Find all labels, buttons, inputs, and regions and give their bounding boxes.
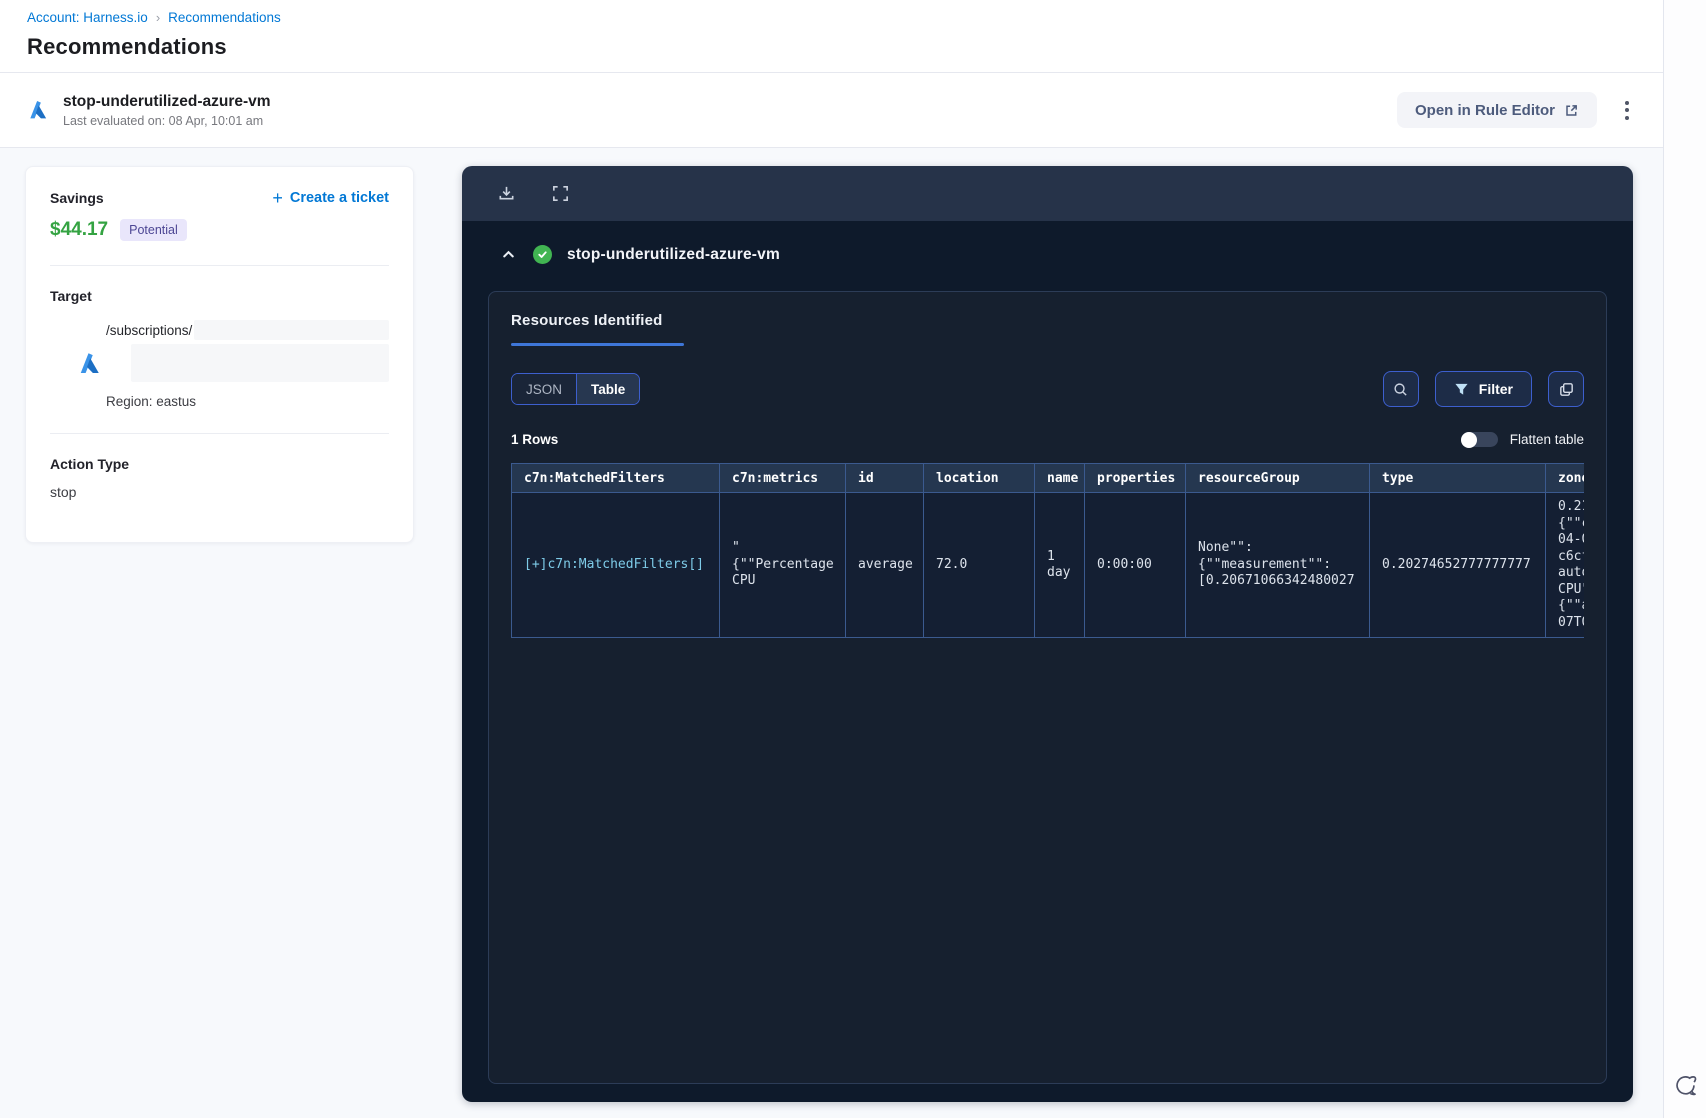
fullscreen-button[interactable] xyxy=(549,182,572,205)
open-in-rule-editor-label: Open in Rule Editor xyxy=(1414,101,1555,119)
copy-button[interactable] xyxy=(1548,371,1584,407)
results-panel: stop-underutilized-azure-vm Resources Id… xyxy=(462,166,1633,1102)
column-header-zones: zones xyxy=(1545,463,1584,493)
column-header-properties: properties xyxy=(1084,463,1186,493)
filter-label: Filter xyxy=(1478,381,1513,397)
matched-filters-expand-link[interactable]: [+]c7n:MatchedFilters[] xyxy=(524,557,704,572)
chat-bubble-icon xyxy=(1672,1073,1699,1100)
tab-label: Resources Identified xyxy=(511,312,663,329)
rule-header-band: stop-underutilized-azure-vm Last evaluat… xyxy=(0,72,1663,148)
success-check-icon xyxy=(533,245,552,264)
chevron-up-icon xyxy=(501,247,516,262)
azure-icon xyxy=(27,99,49,121)
breadcrumb-recommendations-link[interactable]: Recommendations xyxy=(168,10,281,25)
target-detail-redacted xyxy=(131,344,389,382)
savings-label: Savings xyxy=(50,190,104,206)
kebab-menu-button[interactable] xyxy=(1619,95,1635,126)
create-ticket-button[interactable]: + Create a ticket xyxy=(272,189,389,207)
page-title: Recommendations xyxy=(27,34,227,59)
download-icon xyxy=(497,184,516,203)
table-clip-viewport[interactable]: c7n:MatchedFilters c7n:metrics id locati… xyxy=(511,463,1584,638)
divider xyxy=(50,433,389,434)
open-in-rule-editor-button[interactable]: Open in Rule Editor xyxy=(1396,92,1597,128)
main-column: Account: Harness.io › Recommendations Re… xyxy=(0,0,1663,1118)
cell-properties: 0:00:00 xyxy=(1084,492,1186,638)
azure-target-icon xyxy=(77,351,102,376)
results-table: c7n:MatchedFilters c7n:metrics id locati… xyxy=(511,463,1584,638)
divider xyxy=(50,265,389,266)
app-root: Account: Harness.io › Recommendations Re… xyxy=(0,0,1706,1118)
copy-icon xyxy=(1558,381,1575,398)
plus-icon: + xyxy=(272,188,283,208)
flatten-table-toggle[interactable] xyxy=(1460,431,1498,448)
json-table-toggle: JSON Table xyxy=(511,373,641,405)
cell-id: average xyxy=(845,492,924,638)
savings-amount: $44.17 xyxy=(50,219,109,240)
column-header-location: location xyxy=(923,463,1035,493)
page-header: Account: Harness.io › Recommendations Re… xyxy=(0,0,1663,72)
rule-name: stop-underutilized-azure-vm xyxy=(63,92,271,110)
external-link-icon xyxy=(1564,103,1579,118)
potential-badge: Potential xyxy=(120,219,187,241)
flatten-table-label: Flatten table xyxy=(1509,432,1584,447)
target-path-redacted xyxy=(194,320,389,340)
rule-meta: stop-underutilized-azure-vm Last evaluat… xyxy=(63,93,271,128)
column-header-metrics: c7n:metrics xyxy=(719,463,846,493)
cell-metrics: " {""Percentage CPU xyxy=(719,492,846,638)
table-row: [+]c7n:MatchedFilters[] " {""Percentage … xyxy=(511,492,1584,638)
table-header-row: c7n:MatchedFilters c7n:metrics id locati… xyxy=(511,463,1584,493)
panel-toolbar xyxy=(462,166,1633,221)
breadcrumb-account-link[interactable]: Account: Harness.io xyxy=(27,10,148,25)
cell-resourcegroup: None"": {""measurement"": [0.20671066342… xyxy=(1185,492,1370,638)
panel-body: stop-underutilized-azure-vm Resources Id… xyxy=(462,221,1633,1102)
fullscreen-icon xyxy=(551,184,570,203)
collapse-button[interactable] xyxy=(499,245,518,264)
target-label: Target xyxy=(50,288,92,304)
search-icon xyxy=(1392,381,1409,398)
download-button[interactable] xyxy=(495,182,518,205)
content-area: Savings + Create a ticket $44.17 Potenti… xyxy=(0,148,1663,1118)
create-ticket-label: Create a ticket xyxy=(289,190,389,206)
search-button[interactable] xyxy=(1382,371,1419,407)
filter-funnel-icon xyxy=(1454,382,1469,397)
toggle-json[interactable]: JSON xyxy=(512,374,578,404)
panel-rule-row: stop-underutilized-azure-vm xyxy=(488,245,1607,264)
target-region: Region: eastus xyxy=(106,394,197,409)
right-rail xyxy=(1663,0,1706,1118)
panel-rule-name: stop-underutilized-azure-vm xyxy=(567,245,780,263)
filter-button[interactable]: Filter xyxy=(1434,371,1532,407)
column-header-name: name xyxy=(1034,463,1085,493)
toggle-knob xyxy=(1460,431,1477,448)
target-path: /subscriptions/ xyxy=(106,322,193,338)
action-type-label: Action Type xyxy=(50,456,130,472)
cell-matchedfilters: [+]c7n:MatchedFilters[] xyxy=(511,492,720,638)
toggle-table[interactable]: Table xyxy=(577,374,640,404)
cell-location: 72.0 xyxy=(923,492,1035,638)
tab-resources-identified[interactable]: Resources Identified xyxy=(511,312,684,346)
tab-active-underline xyxy=(511,343,684,346)
column-header-id: id xyxy=(845,463,924,493)
savings-card: Savings + Create a ticket $44.17 Potenti… xyxy=(25,166,414,543)
resources-identified-card: Resources Identified JSON Table Filter 1… xyxy=(488,291,1607,1084)
rule-last-evaluated: Last evaluated on: 08 Apr, 10:01 am xyxy=(63,113,264,128)
rows-count: 1 Rows xyxy=(511,432,559,447)
column-header-matchedfilters: c7n:MatchedFilters xyxy=(511,463,720,493)
breadcrumb-separator-icon: › xyxy=(155,10,161,25)
breadcrumb: Account: Harness.io › Recommendations xyxy=(27,10,1639,25)
cell-type: 0.20274652777777777 xyxy=(1369,492,1546,638)
column-header-resourcegroup: resourceGroup xyxy=(1185,463,1370,493)
column-header-type: type xyxy=(1369,463,1546,493)
action-type-value: stop xyxy=(50,484,77,500)
cell-zones: 0.21423 {""cost 04-05T0 c6cf625 autosto … xyxy=(1545,492,1584,638)
chat-widget-button[interactable] xyxy=(1670,1071,1701,1102)
table-controls-row: JSON Table Filter xyxy=(511,371,1584,407)
rows-info-row: 1 Rows Flatten table xyxy=(511,431,1584,448)
cell-name: 1 day xyxy=(1034,492,1085,638)
